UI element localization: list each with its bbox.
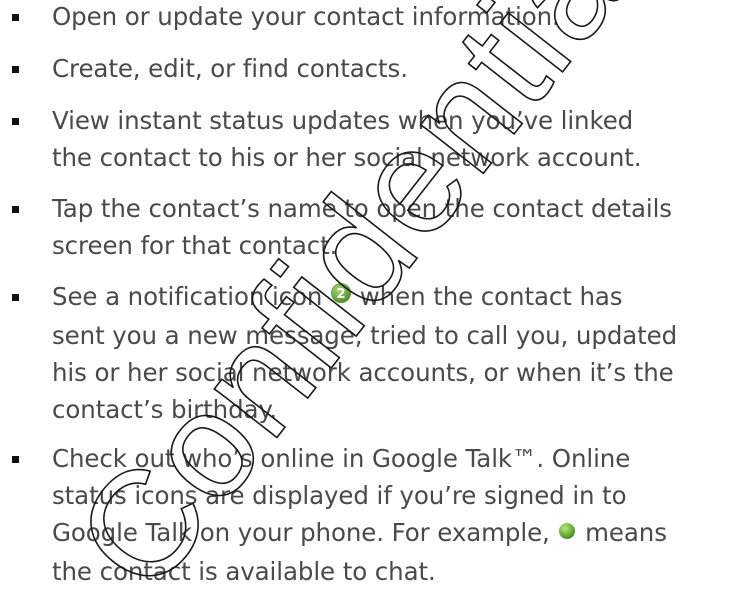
bullet-marker [12,294,19,301]
bullet-marker [12,456,19,463]
text-line: status icons are displayed if you’re sig… [52,481,627,510]
bullet-text: See a notification icon 2 when the conta… [52,278,738,428]
bullet-text: View instant status updates when you’ve … [52,102,738,176]
online-status-icon [557,513,577,550]
text-segment: See a notification icon [52,282,331,311]
text-segment: when the contact has [352,282,623,311]
text-line: the contact is available to chat. [52,556,436,586]
text-line: See a notification icon 2 when the conta… [52,278,738,317]
bullet-marker [12,14,19,21]
notification-badge-icon: 2 [330,277,352,314]
text-line: View instant status updates when you’ve … [52,106,634,135]
text-line: Create, edit, or find contacts. [52,54,408,83]
bullet-marker [12,66,19,73]
text-line: Check out who’s online in Google Talk™. … [52,444,631,473]
bullet-text: Check out who’s online in Google Talk™. … [52,440,738,590]
text-line: sent you a new message, tried to call yo… [52,320,678,350]
badge-count: 2 [337,287,346,302]
bullet-text: Tap the contact’s name to open the conta… [52,190,738,264]
text-line: Google Talk on your phone. For example, … [52,514,738,553]
text-segment: Google Talk on your phone. For example, [52,518,558,547]
bullet-marker [12,206,19,213]
document-page: Open or update your contact information.… [0,0,738,592]
text-line: screen for that contact. [52,231,338,260]
text-line: Tap the contact’s name to open the conta… [52,194,672,223]
text-line: his or her social network accounts, or w… [52,357,674,387]
bullet-marker [12,118,19,125]
text-line: Open or update your contact information. [52,2,560,31]
text-line: the contact to his or her social network… [52,143,642,172]
text-line: contact’s birthday. [52,394,278,424]
text-segment: means [577,518,667,547]
bullet-text: Create, edit, or find contacts. [52,50,738,87]
bullet-text: Open or update your contact information. [52,0,738,35]
